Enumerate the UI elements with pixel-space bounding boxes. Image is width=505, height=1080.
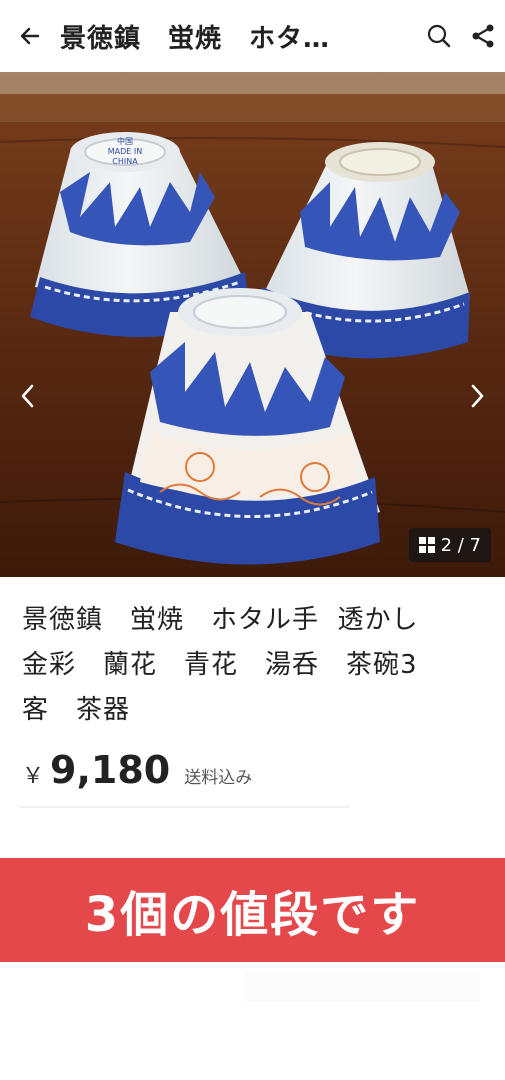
price-row: ￥ 9,180 送料込み [22,748,252,792]
search-icon [427,24,451,48]
grid-icon [418,537,435,553]
chevron-right-icon [471,384,484,408]
cup-mark-2: MADE IN [108,147,142,156]
next-image-button[interactable] [457,368,497,424]
faded-placeholder [245,972,480,1002]
back-button[interactable] [0,0,60,72]
image-counter-text: 2 / 7 [440,534,481,556]
price-amount: 9,180 [50,748,171,792]
arrow-left-icon [20,27,40,45]
shipping-label: 送料込み [184,768,253,788]
currency-symbol: ￥ [22,764,45,789]
product-title: 景徳鎮 蛍焼 ホタル手 透かし 金彩 蘭花 青花 湯呑 茶碗3 客 茶器 [22,605,419,725]
product-image[interactable]: 中国 MADE IN CHINA [0,72,505,577]
cup-mark-3: CHINA [112,157,138,166]
app-bar: 景徳鎮 蛍焼 ホタ… [0,0,505,72]
chevron-left-icon [21,384,34,408]
page-title: 景徳鎮 蛍焼 ホタ… [60,23,331,54]
price-note-banner: 3個の値段です [0,858,505,962]
teacups-photo: 中国 MADE IN CHINA [0,72,505,577]
previous-image-button[interactable] [8,368,48,424]
cup-mark-1: 中国 [117,136,133,146]
share-button[interactable] [461,0,505,72]
image-counter[interactable]: 2 / 7 [408,528,491,562]
search-button[interactable] [417,0,461,72]
share-icon [472,24,494,48]
divider [20,806,350,808]
banner-text: 3個の値段です [84,887,421,943]
